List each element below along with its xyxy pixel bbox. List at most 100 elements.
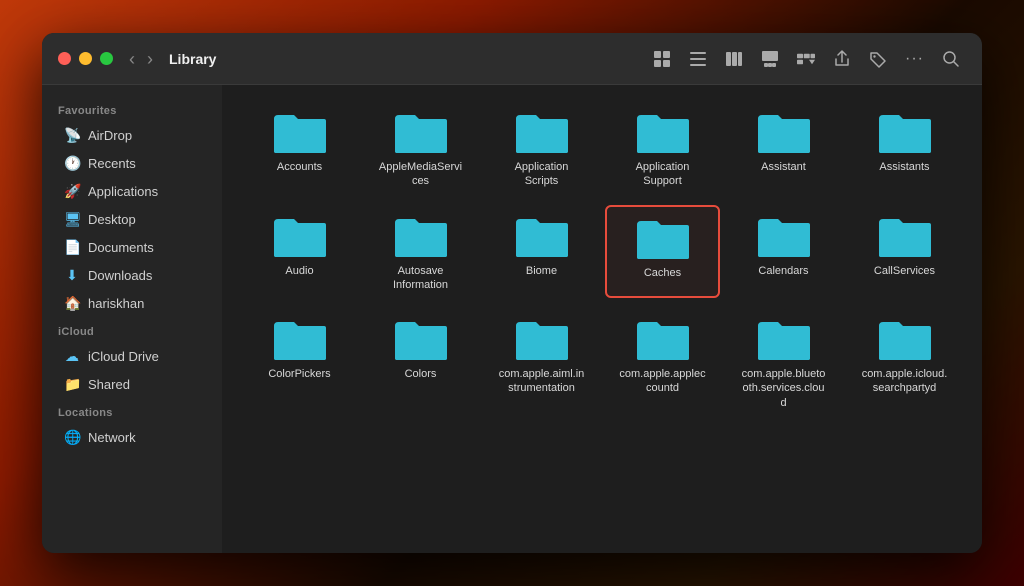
search-button[interactable] — [936, 46, 966, 72]
folder-item-application-scripts[interactable]: Application Scripts — [484, 101, 599, 195]
folder-item-com-apple-icloud[interactable]: com.apple.icloud.searchpartyd — [847, 308, 962, 416]
icloud-icon: ☁ — [64, 348, 80, 365]
folder-svg — [756, 109, 812, 155]
folder-item-calendars[interactable]: Calendars — [726, 205, 841, 299]
sidebar-item-network[interactable]: 🌐 Network — [48, 424, 216, 451]
folder-svg — [756, 213, 812, 259]
folder-item-callservices[interactable]: CallServices — [847, 205, 962, 299]
folder-name: Assistant — [761, 160, 806, 174]
main-content: Favourites 📡 AirDrop 🕐 Recents 🚀 Applica… — [42, 85, 982, 553]
folder-name: com.apple.aiml.instrumentation — [498, 367, 586, 396]
folder-name: CallServices — [874, 264, 935, 278]
folder-svg — [393, 316, 449, 362]
desktop-icon: 🖥 — [64, 211, 80, 228]
titlebar: ‹ › Library — [42, 33, 982, 85]
view-list-button[interactable] — [683, 46, 713, 72]
more-options-button[interactable]: ··· — [899, 46, 930, 72]
close-button[interactable] — [58, 52, 71, 65]
folder-item-caches[interactable]: Caches — [605, 205, 720, 299]
share-button[interactable] — [827, 46, 857, 72]
back-button[interactable]: ‹ — [125, 48, 139, 70]
folder-name: Application Scripts — [498, 160, 586, 189]
sidebar-item-desktop[interactable]: 🖥 Desktop — [48, 206, 216, 233]
folder-name: Colors — [405, 367, 437, 381]
tag-button[interactable] — [863, 46, 893, 72]
folder-name: Biome — [526, 264, 557, 278]
sidebar-item-recents[interactable]: 🕐 Recents — [48, 150, 216, 177]
locations-label: Locations — [42, 399, 222, 423]
folder-name: AppleMediaServices — [377, 160, 465, 189]
finder-window: ‹ › Library — [42, 33, 982, 553]
folder-item-assistant[interactable]: Assistant — [726, 101, 841, 195]
folder-name: Caches — [644, 266, 681, 280]
file-area: Accounts AppleMediaServices Application … — [222, 85, 982, 553]
network-icon: 🌐 — [64, 429, 80, 446]
window-title: Library — [169, 51, 216, 67]
forward-button[interactable]: › — [143, 48, 157, 70]
folder-item-autosave-information[interactable]: Autosave Information — [363, 205, 478, 299]
folder-svg — [272, 109, 328, 155]
folder-svg — [393, 213, 449, 259]
folder-svg — [514, 213, 570, 259]
sidebar-item-label-icloud: iCloud Drive — [88, 349, 159, 364]
sidebar-item-label-downloads: Downloads — [88, 268, 152, 283]
folder-item-colors[interactable]: Colors — [363, 308, 478, 416]
sidebar-item-label-network: Network — [88, 430, 136, 445]
folder-item-colorpickers[interactable]: ColorPickers — [242, 308, 357, 416]
folder-item-accounts[interactable]: Accounts — [242, 101, 357, 195]
folder-name: Assistants — [879, 160, 929, 174]
toolbar-icons: ··· — [647, 46, 966, 72]
sidebar-item-label-applications: Applications — [88, 184, 158, 199]
sidebar-item-documents[interactable]: 📄 Documents — [48, 234, 216, 261]
documents-icon: 📄 — [64, 239, 80, 256]
folder-name: Application Support — [619, 160, 707, 189]
nav-buttons: ‹ › — [125, 48, 157, 70]
sidebar-item-label-hariskhan: hariskhan — [88, 296, 144, 311]
view-more-dropdown-button[interactable] — [791, 46, 821, 72]
icloud-label: iCloud — [42, 318, 222, 342]
folder-item-biome[interactable]: Biome — [484, 205, 599, 299]
folder-name: ColorPickers — [268, 367, 330, 381]
downloads-icon: ⬇ — [64, 267, 80, 284]
maximize-button[interactable] — [100, 52, 113, 65]
folder-name: Autosave Information — [377, 264, 465, 293]
sidebar-item-hariskhan[interactable]: 🏠 hariskhan — [48, 290, 216, 317]
sidebar: Favourites 📡 AirDrop 🕐 Recents 🚀 Applica… — [42, 85, 222, 553]
columns-icon — [725, 50, 743, 68]
airdrop-icon: 📡 — [64, 127, 80, 144]
shared-icon: 📁 — [64, 376, 80, 393]
view-gallery-button[interactable] — [755, 46, 785, 72]
share-icon — [833, 50, 851, 68]
sidebar-item-downloads[interactable]: ⬇ Downloads — [48, 262, 216, 289]
folder-item-applemediaservices[interactable]: AppleMediaServices — [363, 101, 478, 195]
sidebar-item-icloud-drive[interactable]: ☁ iCloud Drive — [48, 343, 216, 370]
folder-svg — [272, 316, 328, 362]
folder-item-application-support[interactable]: Application Support — [605, 101, 720, 195]
view-grid-button[interactable] — [647, 46, 677, 72]
folder-svg — [514, 316, 570, 362]
sidebar-item-airdrop[interactable]: 📡 AirDrop — [48, 122, 216, 149]
view-columns-button[interactable] — [719, 46, 749, 72]
folder-svg — [514, 109, 570, 155]
folder-item-audio[interactable]: Audio — [242, 205, 357, 299]
sidebar-item-applications[interactable]: 🚀 Applications — [48, 178, 216, 205]
folder-svg — [877, 316, 933, 362]
sidebar-item-label-shared: Shared — [88, 377, 130, 392]
sidebar-item-label-documents: Documents — [88, 240, 154, 255]
home-icon: 🏠 — [64, 295, 80, 312]
folder-item-com-apple-bluetooth[interactable]: com.apple.bluetooth.services.cloud — [726, 308, 841, 416]
sidebar-item-label-airdrop: AirDrop — [88, 128, 132, 143]
folder-name: Calendars — [758, 264, 808, 278]
search-icon — [942, 50, 960, 68]
sidebar-item-label-recents: Recents — [88, 156, 136, 171]
folder-item-assistants[interactable]: Assistants — [847, 101, 962, 195]
gallery-icon — [761, 50, 779, 68]
folder-item-com-apple-aiml[interactable]: com.apple.aiml.instrumentation — [484, 308, 599, 416]
folder-name: com.apple.appleccountd — [619, 367, 707, 396]
folder-item-com-apple-appleccountd[interactable]: com.apple.appleccountd — [605, 308, 720, 416]
folders-grid: Accounts AppleMediaServices Application … — [242, 101, 962, 416]
folder-svg — [635, 215, 691, 261]
sidebar-item-shared[interactable]: 📁 Shared — [48, 371, 216, 398]
minimize-button[interactable] — [79, 52, 92, 65]
folder-name: Audio — [285, 264, 313, 278]
